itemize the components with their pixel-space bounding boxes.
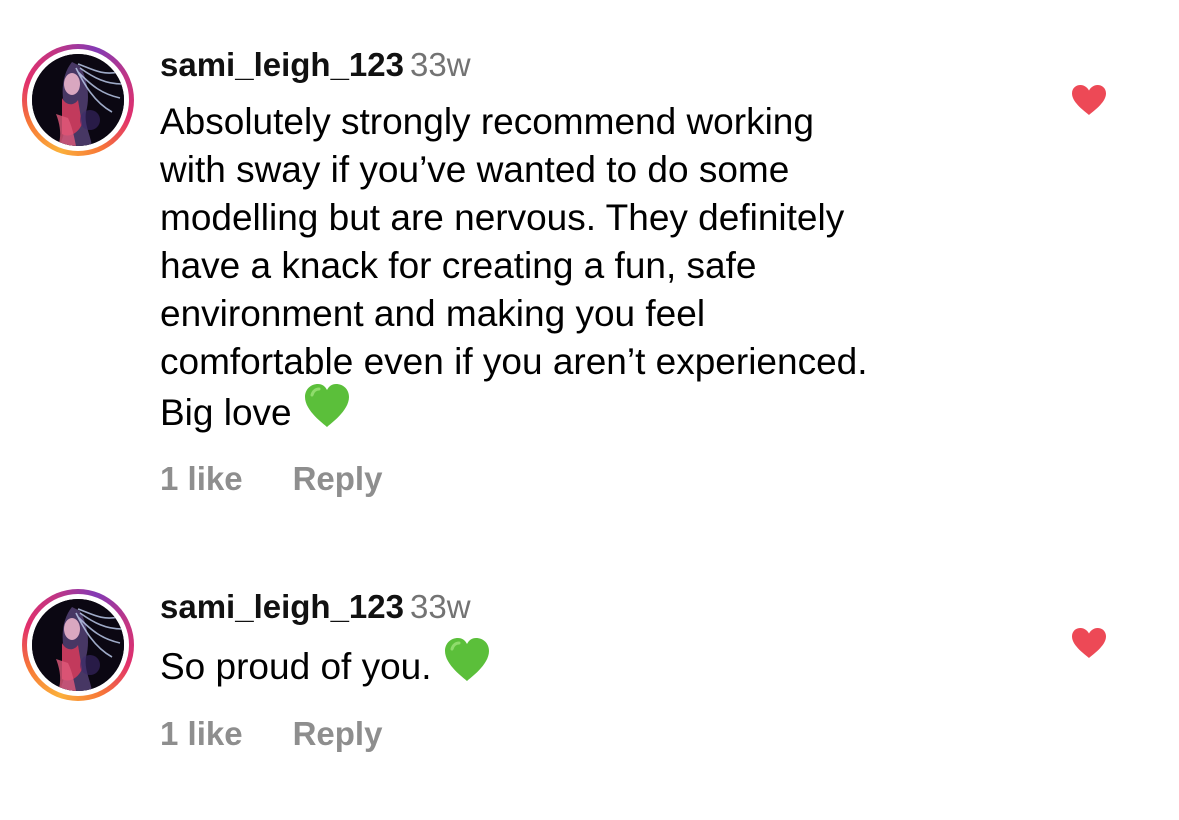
avatar-frame: [27, 594, 129, 696]
comment-text-content: So proud of you.: [160, 645, 432, 687]
story-ring[interactable]: [22, 44, 134, 156]
timestamp: 33w: [410, 46, 471, 83]
avatar-image: [32, 54, 124, 146]
reply-button[interactable]: Reply: [293, 714, 383, 754]
username[interactable]: sami_leigh_123: [160, 588, 404, 625]
comment-text: Absolutely strongly recommend working wi…: [160, 98, 1040, 444]
likes-count[interactable]: 1 like: [160, 714, 243, 754]
avatar-frame: [27, 49, 129, 151]
avatar-image: [32, 599, 124, 691]
green-heart-icon: [442, 637, 492, 695]
comment-header: sami_leigh_123 33w: [160, 45, 471, 85]
comment-actions: 1 like Reply: [160, 459, 382, 499]
likes-count[interactable]: 1 like: [160, 459, 243, 499]
story-ring[interactable]: [22, 589, 134, 701]
reply-button[interactable]: Reply: [293, 459, 383, 499]
green-heart-icon: [302, 383, 352, 441]
avatar[interactable]: [32, 599, 124, 691]
avatar[interactable]: [32, 54, 124, 146]
timestamp: 33w: [410, 588, 471, 625]
heart-icon[interactable]: [1071, 627, 1107, 659]
comment-header: sami_leigh_123 33w: [160, 587, 471, 627]
comment-actions: 1 like Reply: [160, 714, 382, 754]
username[interactable]: sami_leigh_123: [160, 46, 404, 83]
comment-text: So proud of you.: [160, 637, 1040, 698]
comment-text-content: Absolutely strongly recommend working wi…: [160, 101, 868, 433]
heart-icon[interactable]: [1071, 84, 1107, 116]
